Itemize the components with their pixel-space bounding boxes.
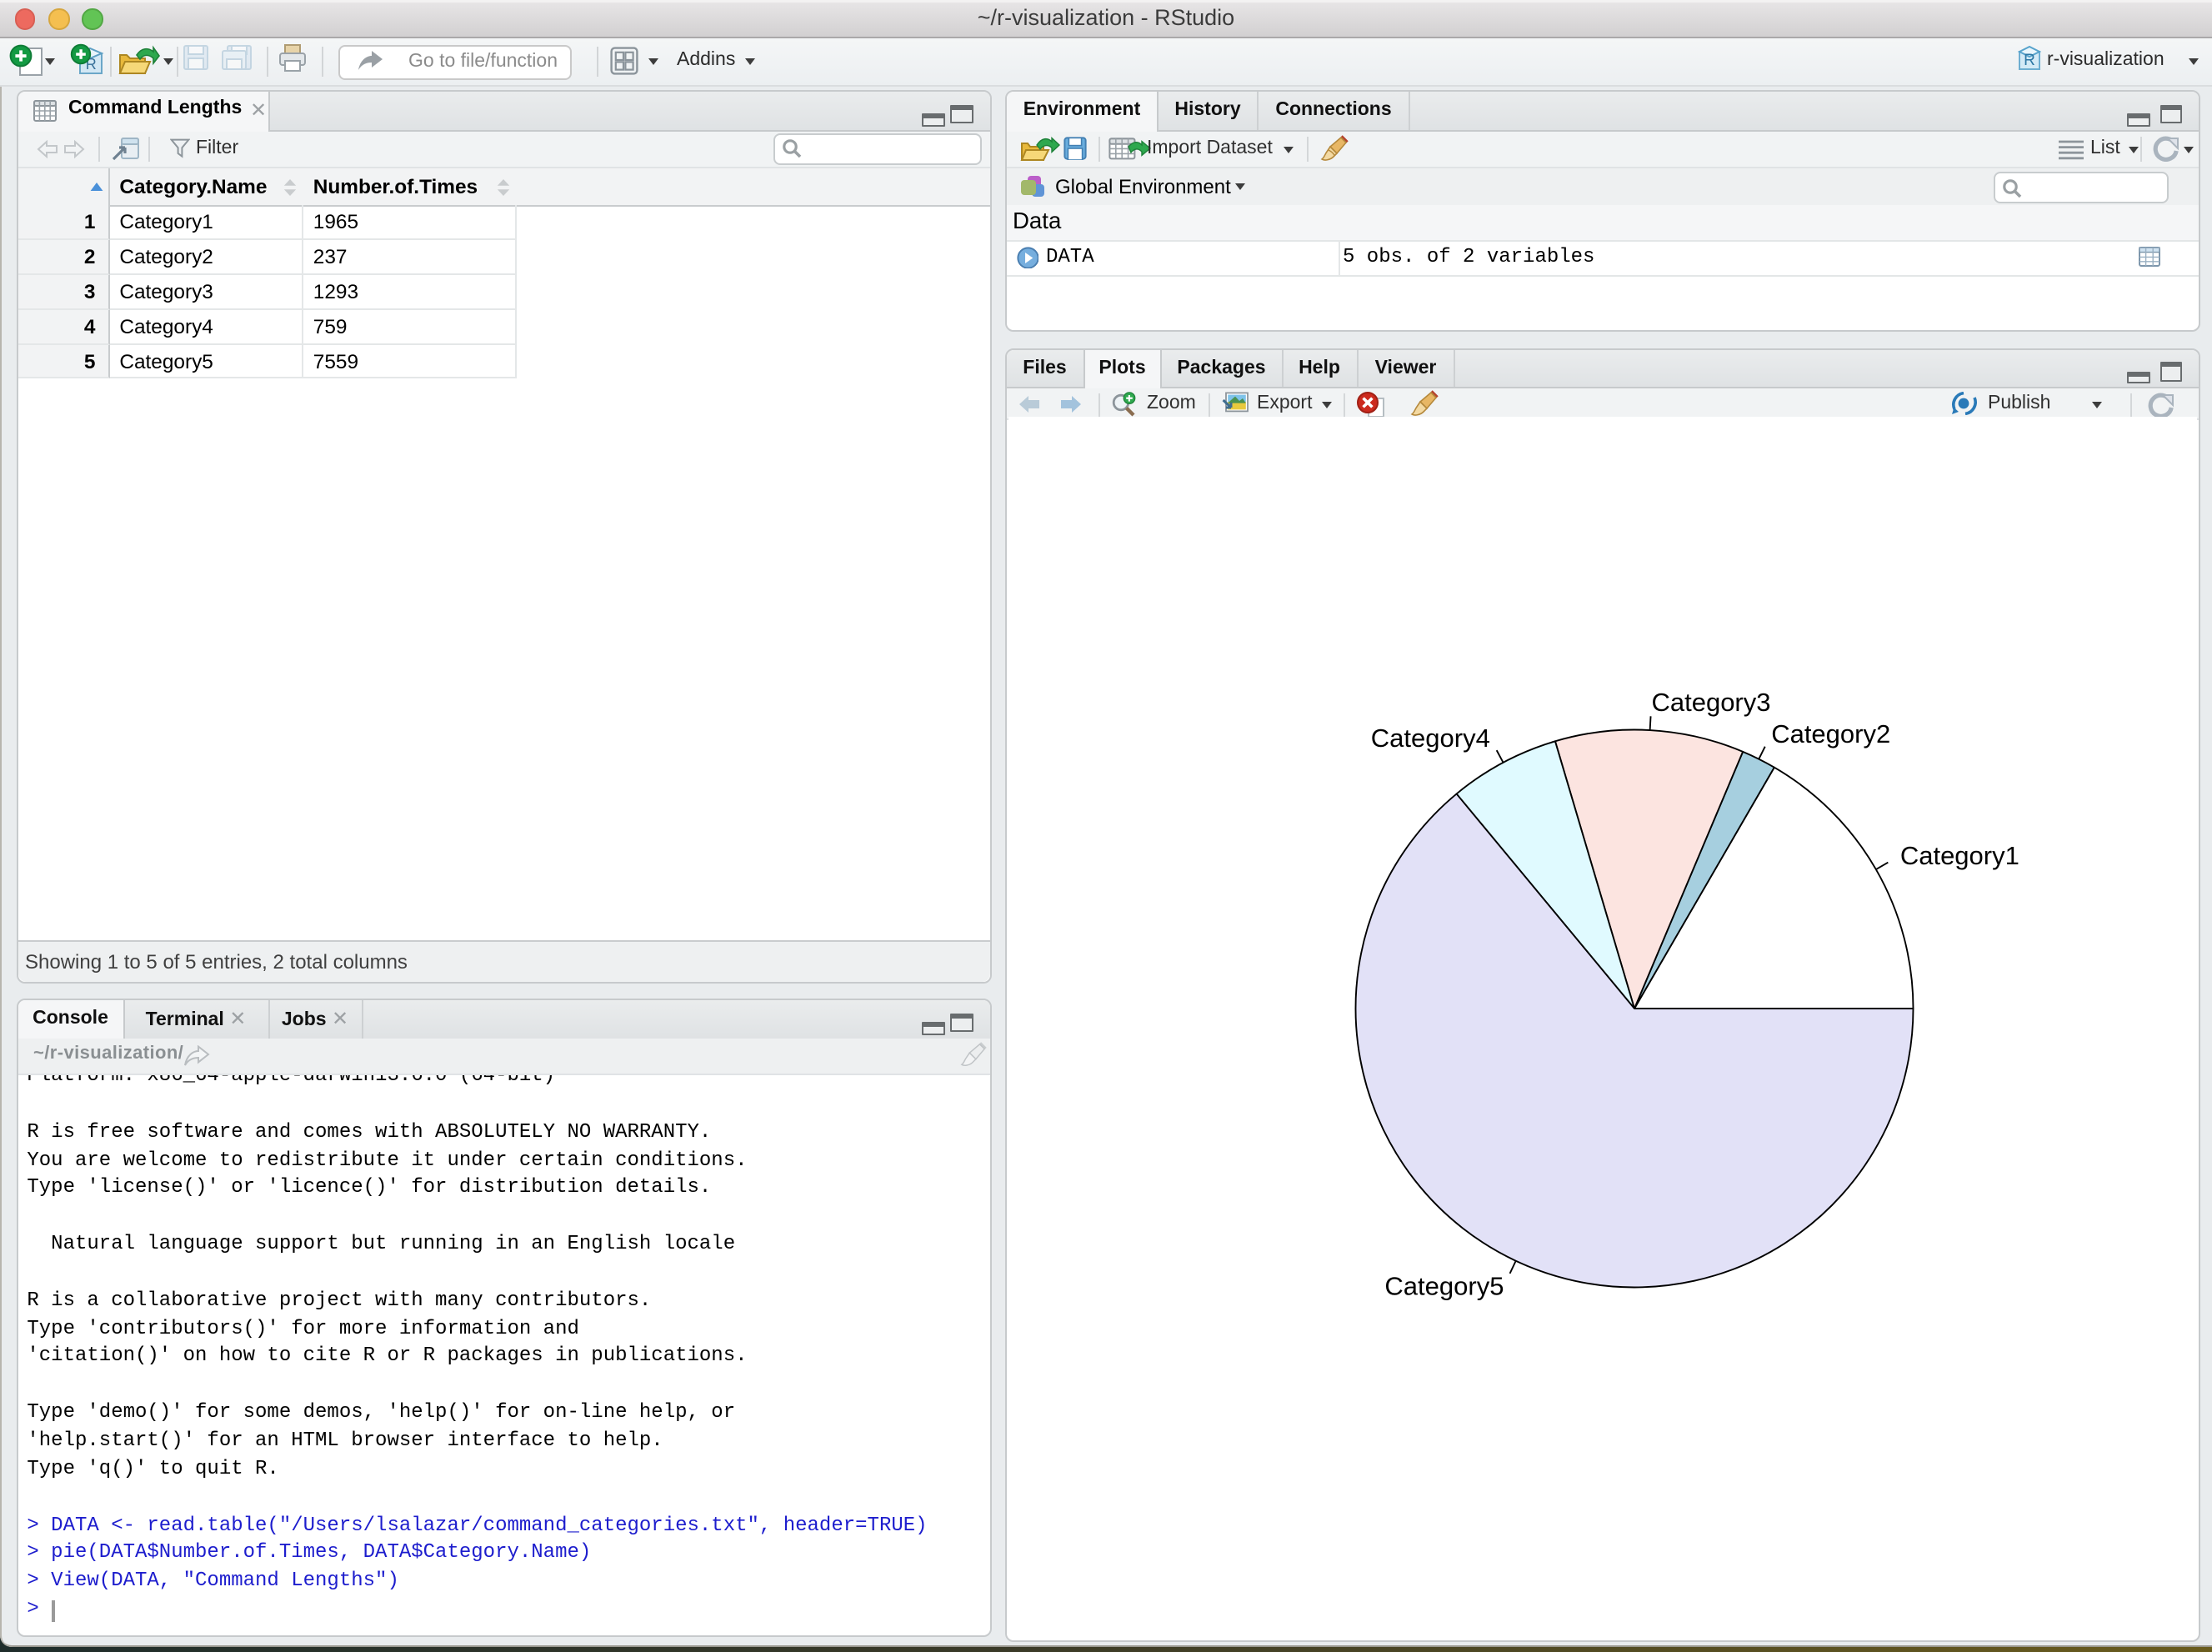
svg-text:R: R xyxy=(2024,51,2035,68)
svg-text:Category5: Category5 xyxy=(1385,1272,1504,1301)
svg-text:Category2: Category2 xyxy=(1772,720,1891,749)
svg-text:Category1: Category1 xyxy=(1900,841,2019,870)
svg-text:Category3: Category3 xyxy=(1652,688,1771,717)
svg-text:Category4: Category4 xyxy=(1371,723,1490,753)
